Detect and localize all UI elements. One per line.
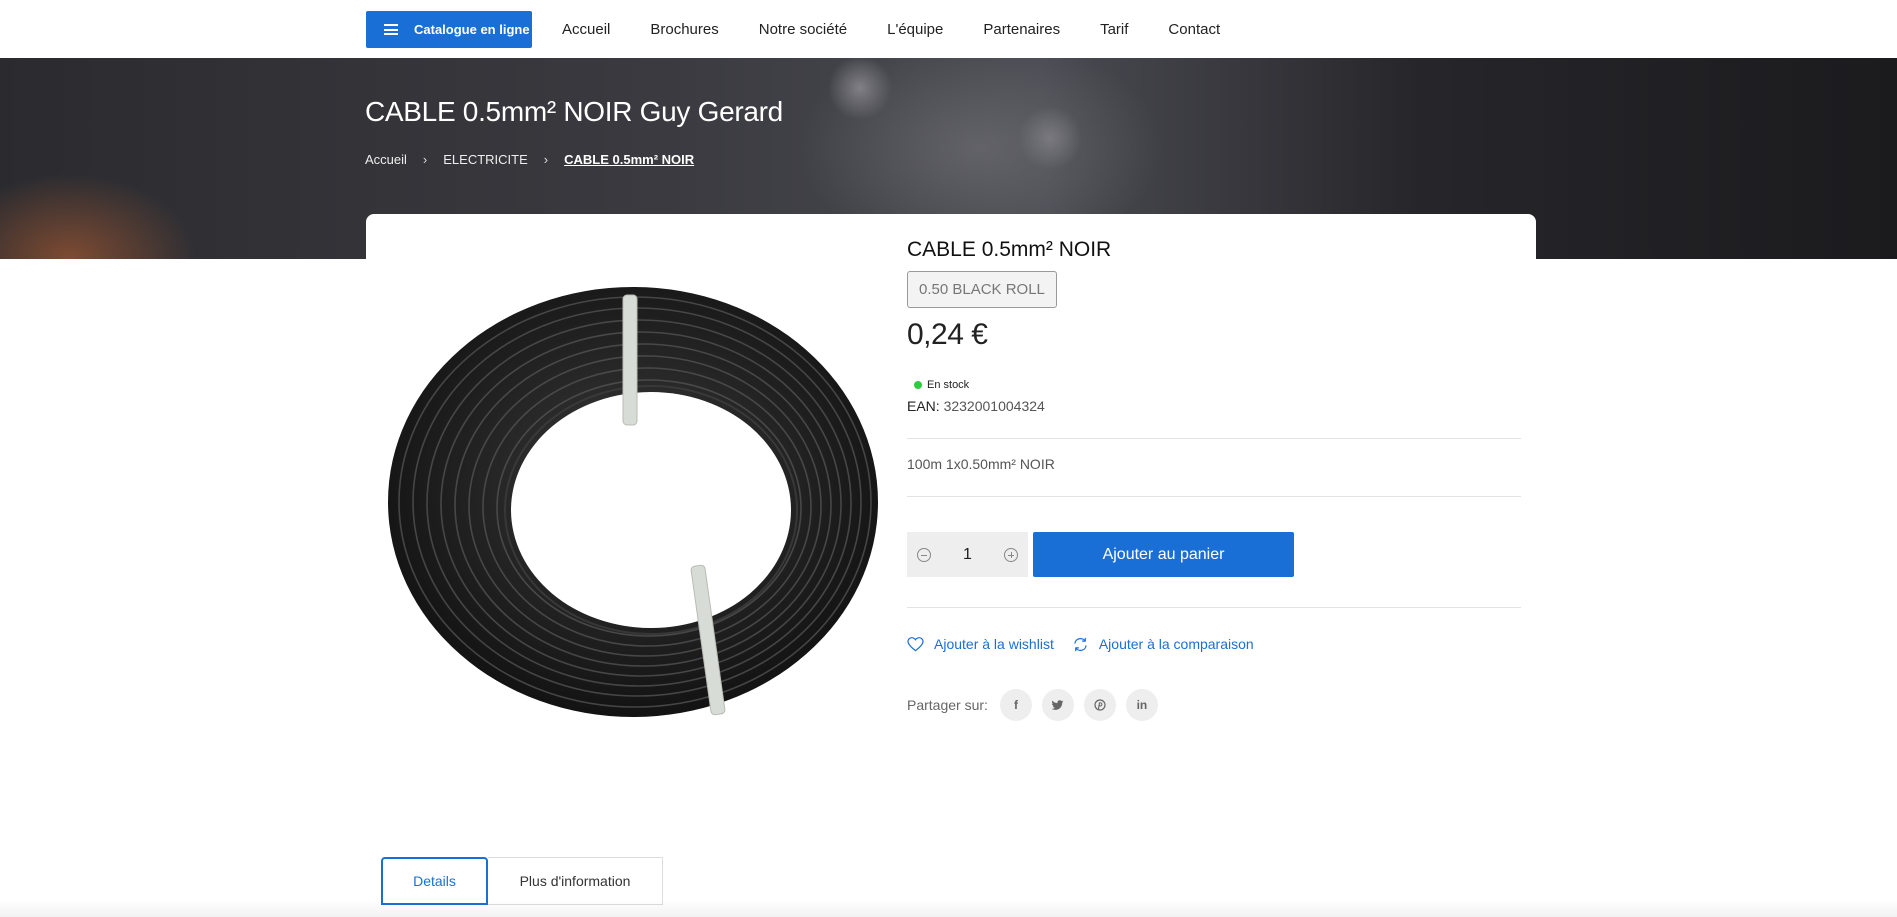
divider (907, 496, 1521, 497)
minus-icon[interactable] (917, 547, 931, 562)
catalog-label: Catalogue en ligne (414, 22, 530, 37)
quantity-input[interactable] (947, 545, 988, 564)
nav-link-tarif[interactable]: Tarif (1100, 21, 1128, 38)
wishlist-link[interactable]: Ajouter à la wishlist (907, 636, 1054, 652)
nav-links: Accueil Brochures Notre société L'équipe… (562, 0, 1260, 58)
plus-icon[interactable] (1004, 547, 1018, 562)
nav-link-equipe[interactable]: L'équipe (887, 21, 943, 38)
linkedin-icon[interactable]: in (1125, 689, 1158, 721)
breadcrumb-home[interactable]: Accueil (365, 152, 407, 167)
divider (907, 607, 1521, 608)
product-image (388, 287, 878, 717)
product-tabs: Details Plus d'information (381, 857, 663, 905)
breadcrumb: Accueil › ELECTRICITE › CABLE 0.5mm² NOI… (365, 152, 694, 167)
chevron-right-icon: › (422, 152, 428, 167)
nav-link-societe[interactable]: Notre société (759, 21, 847, 38)
wishlist-label: Ajouter à la wishlist (934, 636, 1054, 652)
tab-more-info[interactable]: Plus d'information (488, 857, 663, 905)
reference-badge: 0.50 BLACK ROLL (907, 271, 1057, 308)
compare-label: Ajouter à la comparaison (1098, 636, 1254, 652)
nav-link-brochures[interactable]: Brochures (650, 21, 718, 38)
nav-link-accueil[interactable]: Accueil (562, 21, 610, 38)
stock-status: En stock (914, 379, 969, 391)
twitter-icon[interactable] (1041, 689, 1074, 721)
product-title: CABLE 0.5mm² NOIR (907, 238, 1112, 261)
add-to-cart-button[interactable]: Ajouter au panier (1033, 532, 1294, 577)
product-actions: Ajouter à la wishlist Ajouter à la compa… (907, 636, 1272, 652)
heart-icon (907, 636, 924, 651)
stock-dot-icon (914, 381, 922, 389)
divider (907, 438, 1521, 439)
facebook-icon[interactable]: f (999, 689, 1032, 721)
pinterest-icon[interactable] (1083, 689, 1116, 721)
product-price: 0,24 € (907, 318, 988, 351)
share-row: Partager sur: f in (907, 689, 1168, 721)
compare-icon (1074, 637, 1087, 651)
top-nav: Catalogue en ligne Accueil Brochures Not… (0, 0, 1897, 58)
ean-label: EAN: (907, 398, 940, 414)
nav-link-contact[interactable]: Contact (1168, 21, 1220, 38)
stock-label: En stock (927, 379, 970, 391)
compare-link[interactable]: Ajouter à la comparaison (1072, 636, 1254, 652)
page-title: CABLE 0.5mm² NOIR Guy Gerard (365, 96, 783, 127)
ean-value: 3232001004324 (943, 398, 1045, 414)
ean-line: EAN: 3232001004324 (907, 398, 1045, 414)
product-description: 100m 1x0.50mm² NOIR (907, 456, 1055, 472)
share-label: Partager sur: (907, 697, 988, 713)
product-info: CABLE 0.5mm² NOIR 0.50 BLACK ROLL 0,24 €… (907, 238, 1521, 721)
menu-icon (384, 24, 398, 35)
catalog-button[interactable]: Catalogue en ligne (366, 11, 532, 48)
nav-link-partenaires[interactable]: Partenaires (983, 21, 1060, 38)
breadcrumb-current: CABLE 0.5mm² NOIR (564, 152, 695, 167)
quantity-stepper (907, 532, 1028, 577)
breadcrumb-category[interactable]: ELECTRICITE (443, 152, 528, 167)
bottom-shadow (0, 900, 1897, 917)
chevron-right-icon: › (543, 152, 549, 167)
tab-details[interactable]: Details (381, 857, 488, 905)
